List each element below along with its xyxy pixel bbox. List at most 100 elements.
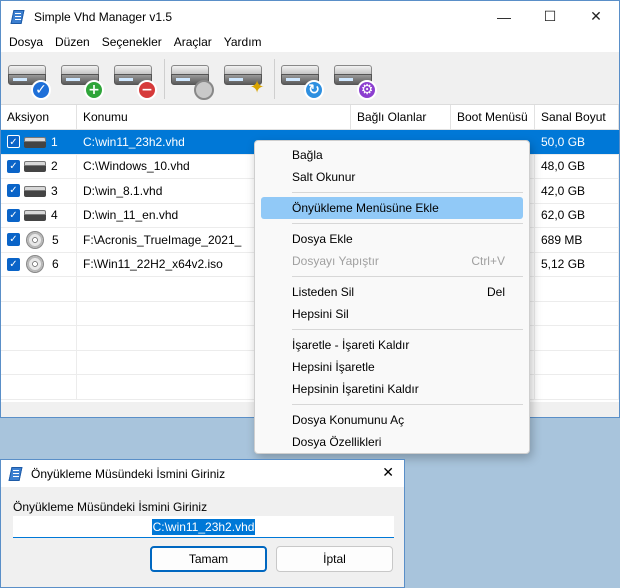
toolbar: ✓ + − ✦ ↻ ⚙ — [1, 52, 619, 105]
drive-add-icon: + — [84, 80, 104, 100]
row-number: 5 — [52, 232, 59, 247]
menu-separator — [292, 404, 523, 405]
menu-secenekler[interactable]: Seçenekler — [96, 32, 168, 52]
menu-separator — [292, 192, 523, 193]
context-menu-item[interactable]: Listeden Sil Del — [261, 281, 523, 303]
drive-settings-button[interactable]: ⚙ — [331, 57, 381, 101]
context-menu-item[interactable]: Dosya Ekle — [261, 228, 523, 250]
optical-disc-icon — [26, 230, 44, 249]
row-number: 1 — [51, 134, 58, 149]
row-path: D:\win_11_en.vhd — [83, 208, 179, 223]
toolbar-separator — [164, 59, 165, 99]
context-menu-label: Hepsini Sil — [292, 307, 349, 321]
row-checkbox[interactable]: ✓ — [7, 184, 20, 198]
context-menu-label: İşaretle - İşareti Kaldır — [292, 338, 410, 352]
column-header[interactable]: Bağlı Olanlar — [351, 105, 451, 130]
hard-disk-icon — [24, 135, 46, 149]
context-menu-item[interactable]: İşaretle - İşareti Kaldır — [261, 334, 523, 356]
drive-add-button[interactable]: + — [58, 57, 108, 101]
row-size: 62,0 GB — [541, 208, 586, 223]
column-header[interactable]: Konumu — [77, 105, 351, 130]
hard-disk-icon — [24, 184, 46, 198]
boot-name-input[interactable]: C:\win11_23h2.vhd — [13, 516, 394, 538]
drive-refresh-button[interactable]: ↻ — [278, 57, 328, 101]
row-checkbox[interactable]: ✓ — [7, 159, 20, 173]
context-menu-label: Salt Okunur — [292, 170, 356, 184]
close-button[interactable]: ✕ — [573, 1, 619, 32]
menu-separator — [292, 276, 523, 277]
maximize-button[interactable]: ☐ — [527, 1, 573, 32]
context-menu-item[interactable]: Dosya Özellikleri — [261, 431, 523, 453]
hard-disk-icon — [24, 159, 46, 173]
ok-button[interactable]: Tamam — [150, 546, 267, 572]
row-number: 6 — [52, 257, 59, 272]
row-size: 689 MB — [541, 232, 583, 247]
drive-wand-icon: ✦ — [249, 77, 265, 98]
row-checkbox[interactable]: ✓ — [7, 233, 20, 247]
context-menu-label: Bağla — [292, 148, 323, 162]
dialog-close-button[interactable]: ✕ — [382, 464, 394, 481]
context-menu-item[interactable]: Hepsini İşaretle — [261, 356, 523, 378]
menu-separator — [292, 329, 523, 330]
row-path: D:\win_8.1.vhd — [83, 183, 163, 198]
row-path: C:\win11_23h2.vhd — [83, 134, 185, 149]
drive-mouse-icon — [194, 80, 214, 100]
title-bar[interactable]: Simple Vhd Manager v1.5 — ☐ ✕ — [1, 1, 619, 32]
menu-yardim[interactable]: Yardım — [218, 32, 268, 52]
menu-duzen[interactable]: Düzen — [49, 32, 96, 52]
context-menu-item[interactable]: Hepsini Sil — [261, 303, 523, 325]
minimize-button[interactable]: — — [481, 1, 527, 32]
drive-check-button[interactable]: ✓ — [5, 57, 55, 101]
shortcut-hint: Ctrl+V — [471, 254, 505, 268]
toolbar-separator — [274, 59, 275, 99]
row-path: F:\Win11_22H2_x64v2.iso — [83, 257, 223, 272]
menu-bar: Dosya Düzen Seçenekler Araçlar Yardım — [1, 32, 619, 52]
row-checkbox[interactable]: ✓ — [7, 257, 20, 271]
cancel-button[interactable]: İptal — [276, 546, 393, 572]
column-header[interactable]: Sanal Boyut — [535, 105, 619, 130]
context-menu-label: Dosya Konumunu Aç — [292, 413, 405, 427]
row-path: C:\Windows_10.vhd — [83, 159, 190, 174]
context-menu-label: Listeden Sil — [292, 285, 355, 299]
context-menu-item[interactable]: Hepsinin İşaretini Kaldır — [261, 378, 523, 400]
drive-check-icon: ✓ — [31, 80, 51, 100]
table-header: Aksiyon Konumu Bağlı Olanlar Boot Menüsü San… — [1, 105, 619, 130]
row-number: 3 — [51, 183, 58, 198]
drive-wand-button[interactable]: ✦ — [221, 57, 271, 101]
hard-disk-icon — [24, 208, 46, 222]
drive-settings-icon: ⚙ — [357, 80, 377, 100]
dialog-title: Önyükleme Müsündeki İsmini Giriniz — [31, 466, 226, 481]
context-menu-label: Hepsinin İşaretini Kaldır — [292, 382, 419, 396]
optical-disc-icon — [26, 255, 44, 274]
dialog-title-bar[interactable]: Önyükleme Müsündeki İsmini Giriniz ✕ — [1, 460, 404, 487]
context-menu-label: Dosya Ekle — [292, 232, 353, 246]
menu-dosya[interactable]: Dosya — [3, 32, 49, 52]
row-size: 42,0 GB — [541, 183, 586, 198]
context-menu-label: Önyükleme Menüsüne Ekle — [292, 201, 439, 215]
drive-mouse-button[interactable] — [168, 57, 218, 101]
context-menu-item[interactable]: Bağla — [261, 144, 523, 166]
context-menu-item[interactable]: Dosya Konumunu Aç — [261, 409, 523, 431]
context-menu-label: Dosyayı Yapıştır — [292, 254, 379, 268]
column-header[interactable]: Aksiyon — [1, 105, 77, 130]
drive-refresh-icon: ↻ — [304, 80, 324, 100]
context-menu-item[interactable]: Önyükleme Menüsüne Ekle — [261, 197, 523, 219]
app-icon — [10, 9, 26, 25]
menu-araclar[interactable]: Araçlar — [168, 32, 218, 52]
boot-name-value: C:\win11_23h2.vhd — [151, 518, 256, 535]
row-path: F:\Acronis_TrueImage_2021_ — [83, 232, 242, 247]
row-size: 50,0 GB — [541, 134, 586, 149]
drive-remove-button[interactable]: − — [111, 57, 161, 101]
dialog-label: Önyükleme Müsündeki İsmini Giriniz — [13, 500, 208, 514]
menu-separator — [292, 223, 523, 224]
column-header[interactable]: Boot Menüsü — [451, 105, 535, 130]
name-input-dialog: Önyükleme Müsündeki İsmini Giriniz ✕ Öny… — [0, 459, 405, 588]
context-menu-label: Hepsini İşaretle — [292, 360, 375, 374]
row-size: 48,0 GB — [541, 159, 586, 174]
shortcut-hint: Del — [486, 285, 505, 299]
row-checkbox[interactable]: ✓ — [7, 208, 20, 222]
row-size: 5,12 GB — [541, 257, 586, 272]
row-number: 2 — [51, 159, 58, 174]
context-menu-item[interactable]: Salt Okunur — [261, 166, 523, 188]
row-checkbox[interactable]: ✓ — [7, 135, 20, 149]
